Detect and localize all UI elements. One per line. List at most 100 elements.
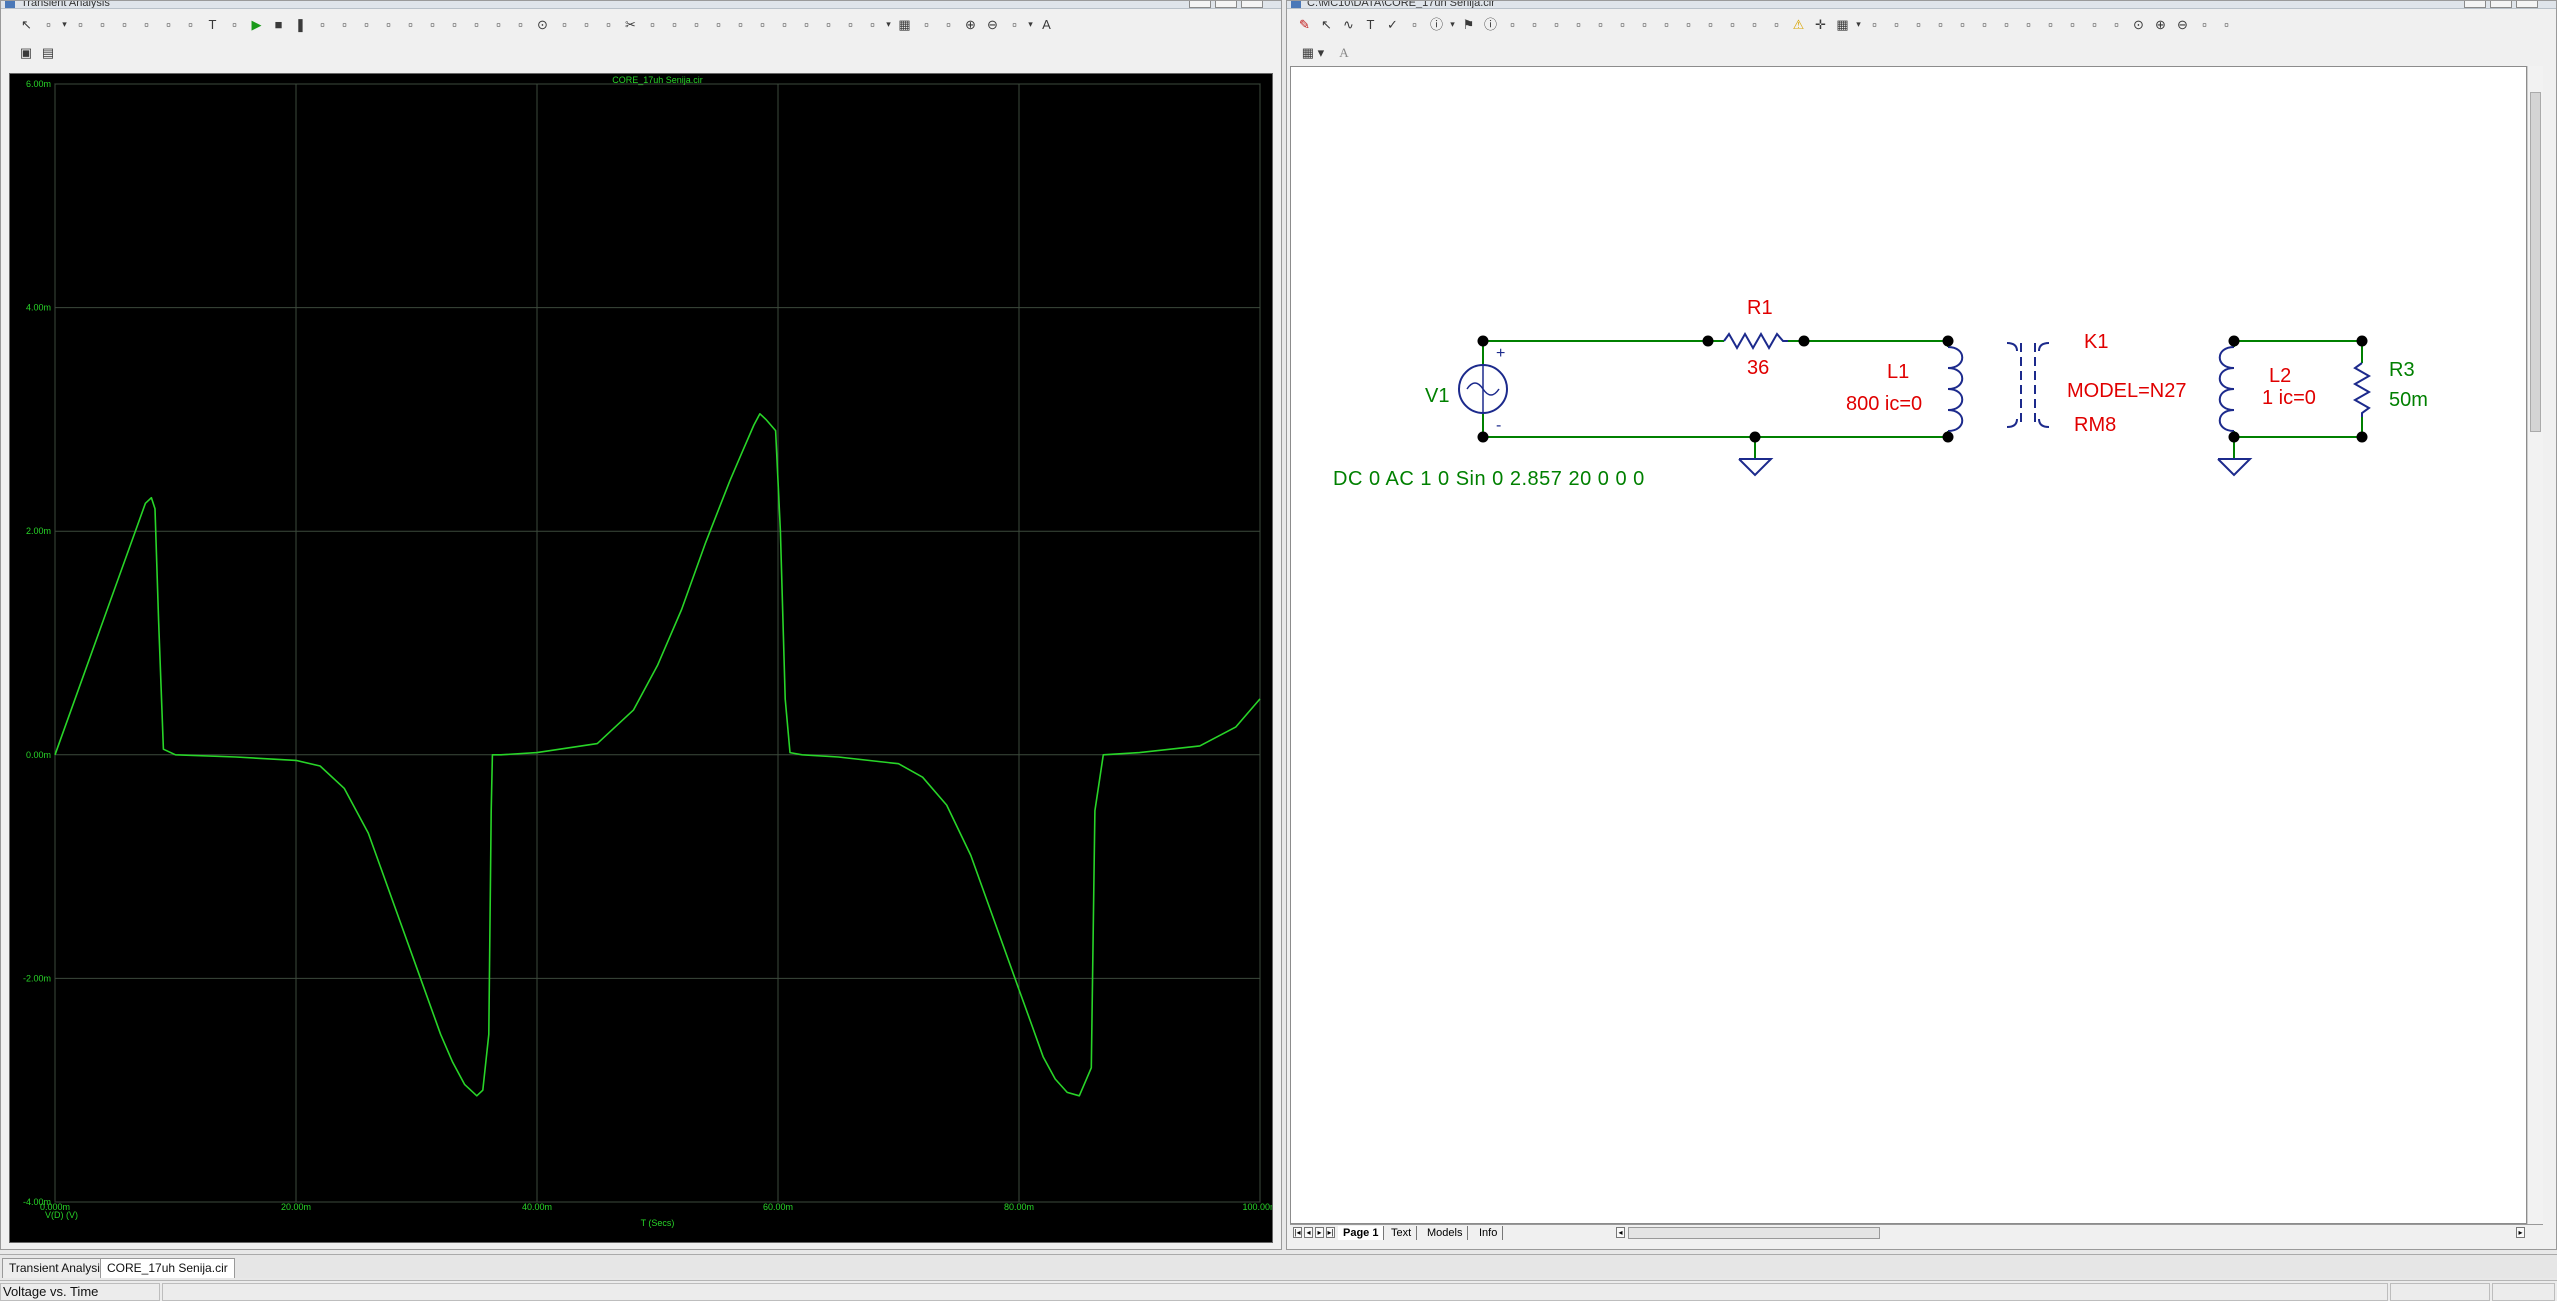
zoom-fit-icon[interactable]: ⊙ <box>533 16 552 33</box>
b9-icon[interactable]: ▫ <box>1701 16 1720 33</box>
page9-icon[interactable]: ▫ <box>2041 16 2060 33</box>
minimize-button[interactable] <box>2464 1 2486 8</box>
low-icon[interactable]: ▫ <box>775 16 794 33</box>
text-icon[interactable]: T <box>203 16 222 33</box>
icon-b[interactable]: ▫ <box>93 16 112 33</box>
schematic-title-bar[interactable]: C:\MC10\DATA\CORE_17uh Senija.cir <box>1287 1 2556 9</box>
cut-icon[interactable]: ✂ <box>621 16 640 33</box>
schematic-canvas[interactable]: + - V1 DC 0 AC 1 0 Sin 0 2.857 20 0 0 0 … <box>1290 66 2527 1224</box>
tag-icon[interactable]: ▫ <box>863 16 882 33</box>
global-low-icon[interactable]: ▫ <box>841 16 860 33</box>
maximize-button[interactable] <box>2490 1 2512 8</box>
stop-icon[interactable]: ■ <box>269 16 288 33</box>
box5-icon[interactable]: ▫ <box>445 16 464 33</box>
dropdown-icon[interactable]: ▾ <box>1449 16 1456 33</box>
paste-icon[interactable]: ▤ <box>39 44 57 61</box>
page-icon[interactable]: ▫ <box>1865 16 1884 33</box>
table-icon[interactable]: ▦ <box>895 16 914 33</box>
page2-icon[interactable]: ▫ <box>1887 16 1906 33</box>
zoom-area-icon[interactable]: ▫ <box>2195 16 2214 33</box>
zoom-x-icon[interactable]: ▫ <box>599 16 618 33</box>
maximize-button[interactable] <box>1215 1 1237 8</box>
zoom-out-icon[interactable]: ⊖ <box>2173 16 2192 33</box>
icon-c[interactable]: ▫ <box>115 16 134 33</box>
check-icon[interactable]: ✓ <box>1383 16 1402 33</box>
page4-icon[interactable]: ▫ <box>1931 16 1950 33</box>
properties-icon[interactable]: ▫ <box>225 16 244 33</box>
box4-icon[interactable]: ▫ <box>423 16 442 33</box>
tab-info[interactable]: Info <box>1474 1226 1504 1240</box>
b4-icon[interactable]: ▫ <box>1591 16 1610 33</box>
grid1-icon[interactable]: ▫ <box>643 16 662 33</box>
grid-icon[interactable]: ▦ <box>1833 16 1852 33</box>
plus-icon[interactable]: ✛ <box>1811 16 1830 33</box>
v1-value[interactable]: DC 0 AC 1 0 Sin 0 2.857 20 0 0 0 <box>1333 468 1645 491</box>
transient-icon[interactable]: ▫ <box>39 16 58 33</box>
box1-icon[interactable]: ▫ <box>357 16 376 33</box>
page12-icon[interactable]: ▫ <box>2107 16 2126 33</box>
k1-core-symbol[interactable] <box>2006 342 2050 428</box>
settings-icon[interactable]: ▫ <box>2217 16 2236 33</box>
dropdown-icon[interactable]: ▾ <box>61 16 68 33</box>
inflect-icon[interactable]: ▫ <box>797 16 816 33</box>
page8-icon[interactable]: ▫ <box>2019 16 2038 33</box>
k1-core[interactable]: RM8 <box>2074 414 2116 437</box>
box7-icon[interactable]: ▫ <box>489 16 508 33</box>
copy-icon[interactable]: ▣ <box>17 44 35 61</box>
wire-icon[interactable]: ∿ <box>1339 16 1358 33</box>
page5-icon[interactable]: ▫ <box>1953 16 1972 33</box>
r3-value[interactable]: 50m <box>2389 389 2428 412</box>
b7-icon[interactable]: ▫ <box>1657 16 1676 33</box>
zoom-in-icon[interactable]: ⊕ <box>961 16 980 33</box>
grid-select-icon[interactable]: ▦ ▾ <box>1295 44 1331 61</box>
b11-icon[interactable]: ▫ <box>1745 16 1764 33</box>
grid2-icon[interactable]: ▫ <box>665 16 684 33</box>
icon-e[interactable]: ▫ <box>159 16 178 33</box>
peak-icon[interactable]: ▫ <box>709 16 728 33</box>
schematic-vertical-scrollbar[interactable] <box>2527 66 2543 1224</box>
zoom-in-icon[interactable]: ⊕ <box>2151 16 2170 33</box>
box8-icon[interactable]: ▫ <box>511 16 530 33</box>
page6-icon[interactable]: ▫ <box>1975 16 1994 33</box>
zoom-fit-icon[interactable]: ⊙ <box>2129 16 2148 33</box>
tab-transient-analysis[interactable]: Transient Analysis <box>2 1258 113 1278</box>
high-icon[interactable]: ▫ <box>753 16 772 33</box>
valley-icon[interactable]: ▫ <box>731 16 750 33</box>
title-bar[interactable]: Transient Analysis <box>1 1 1281 9</box>
l1-label[interactable]: L1 <box>1887 361 1909 384</box>
l2-inductor-symbol[interactable] <box>2218 346 2235 432</box>
r3-resistor-symbol[interactable] <box>2352 362 2372 417</box>
box3-icon[interactable]: ▫ <box>401 16 420 33</box>
b3-icon[interactable]: ▫ <box>1569 16 1588 33</box>
k1-label[interactable]: K1 <box>2084 331 2108 354</box>
next-page-button[interactable]: ▸ <box>1315 1227 1324 1238</box>
b5-icon[interactable]: ▫ <box>1613 16 1632 33</box>
prev-page-button[interactable]: ◂ <box>1304 1227 1313 1238</box>
b10-icon[interactable]: ▫ <box>1723 16 1742 33</box>
tab-text[interactable]: Text <box>1386 1226 1418 1240</box>
minimize-button[interactable] <box>1189 1 1211 8</box>
dropdown-icon[interactable]: ▾ <box>885 16 892 33</box>
slope-icon[interactable]: ▫ <box>687 16 706 33</box>
dropdown-icon[interactable]: ▾ <box>1027 16 1034 33</box>
b8-icon[interactable]: ▫ <box>1679 16 1698 33</box>
zoom-out-icon[interactable]: ⊖ <box>983 16 1002 33</box>
page10-icon[interactable]: ▫ <box>2063 16 2082 33</box>
zoom-in-all-icon[interactable]: ▫ <box>555 16 574 33</box>
tab-circuit-file[interactable]: CORE_17uh Senija.cir <box>100 1258 235 1278</box>
scroll-right-button[interactable]: ▸ <box>2516 1227 2525 1238</box>
b1-icon[interactable]: ▫ <box>1525 16 1544 33</box>
page3-icon[interactable]: ▫ <box>1909 16 1928 33</box>
plot-area[interactable]: 0.000m20.00m40.00m60.00m80.00m100.00m-4.… <box>9 73 1273 1243</box>
run-icon[interactable]: ▶ <box>247 16 266 33</box>
page11-icon[interactable]: ▫ <box>2085 16 2104 33</box>
b6-icon[interactable]: ▫ <box>1635 16 1654 33</box>
pause-icon[interactable]: ❚ <box>291 16 310 33</box>
l2-value[interactable]: 1 ic=0 <box>2262 387 2316 410</box>
icon-f[interactable]: ▫ <box>181 16 200 33</box>
close-button[interactable] <box>1241 1 1263 8</box>
font-icon[interactable]: A <box>1335 44 1353 61</box>
graph-icon[interactable]: ▫ <box>313 16 332 33</box>
select-arrow-icon[interactable]: ↖ <box>17 16 36 33</box>
component-icon[interactable]: ▫ <box>1405 16 1424 33</box>
